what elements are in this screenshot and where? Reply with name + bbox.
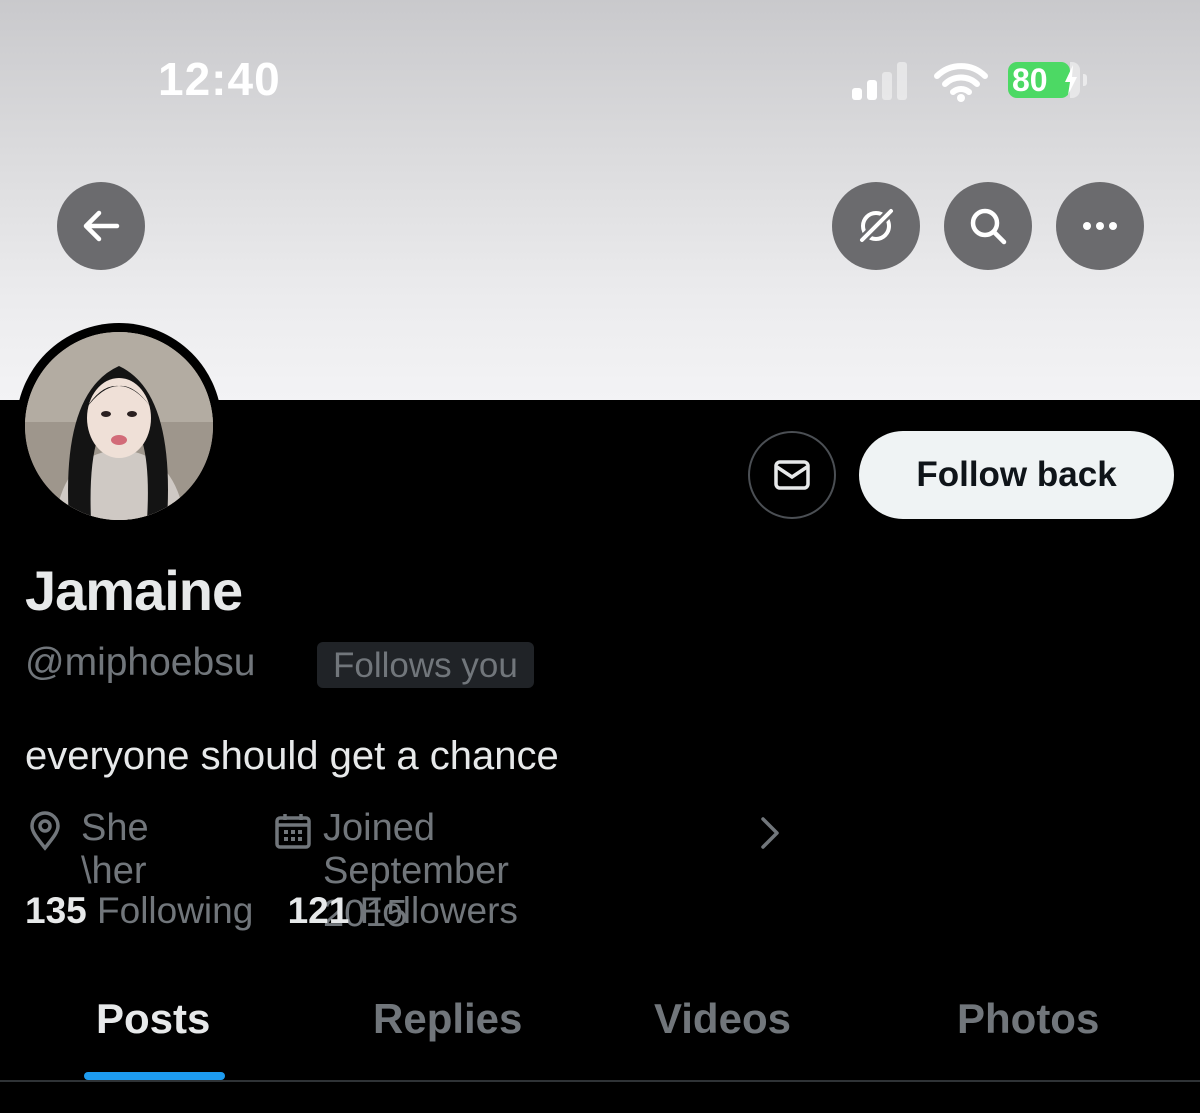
battery-level: 80 [1008, 62, 1070, 98]
profile-location: She \her [81, 807, 149, 892]
more-horizontal-icon [1083, 222, 1117, 230]
tab-videos[interactable]: Videos [654, 995, 791, 1043]
wifi-icon [934, 63, 988, 102]
following-link[interactable]: 135 Following [25, 890, 253, 931]
followers-count: 121 [287, 890, 350, 931]
following-count: 135 [25, 890, 87, 931]
more-options-button[interactable] [1056, 182, 1144, 270]
tab-posts[interactable]: Posts [96, 995, 210, 1043]
cellular-signal-icon [850, 60, 914, 100]
search-icon [970, 208, 1007, 245]
arrow-left-icon [83, 210, 120, 242]
follow-back-button[interactable]: Follow back [859, 431, 1174, 519]
follows-you-badge: Follows you [317, 642, 534, 688]
tab-photos[interactable]: Photos [957, 995, 1099, 1043]
location-pin-icon [30, 811, 60, 851]
avatar-photo [25, 332, 213, 520]
grok-icon [858, 207, 895, 244]
display-name: Jamaine [25, 559, 243, 622]
active-tab-indicator [84, 1072, 225, 1080]
search-button[interactable] [944, 182, 1032, 270]
grok-button[interactable] [832, 182, 920, 270]
following-label: Following [97, 890, 254, 931]
tab-divider [0, 1080, 1200, 1082]
user-handle: @miphoebsu [25, 641, 256, 684]
message-button[interactable] [748, 431, 836, 519]
status-time: 12:40 [158, 53, 281, 105]
back-button[interactable] [57, 182, 145, 270]
avatar[interactable] [16, 323, 222, 529]
follow-stats: 135 Following 121 Followers [25, 890, 518, 932]
chevron-right-icon[interactable] [757, 813, 783, 853]
followers-label: Followers [359, 890, 518, 931]
envelope-icon [774, 460, 810, 490]
profile-bio: everyone should get a chance [25, 734, 559, 778]
tab-replies[interactable]: Replies [373, 995, 522, 1043]
calendar-icon [275, 814, 311, 849]
followers-link[interactable]: 121 Followers [288, 890, 518, 931]
